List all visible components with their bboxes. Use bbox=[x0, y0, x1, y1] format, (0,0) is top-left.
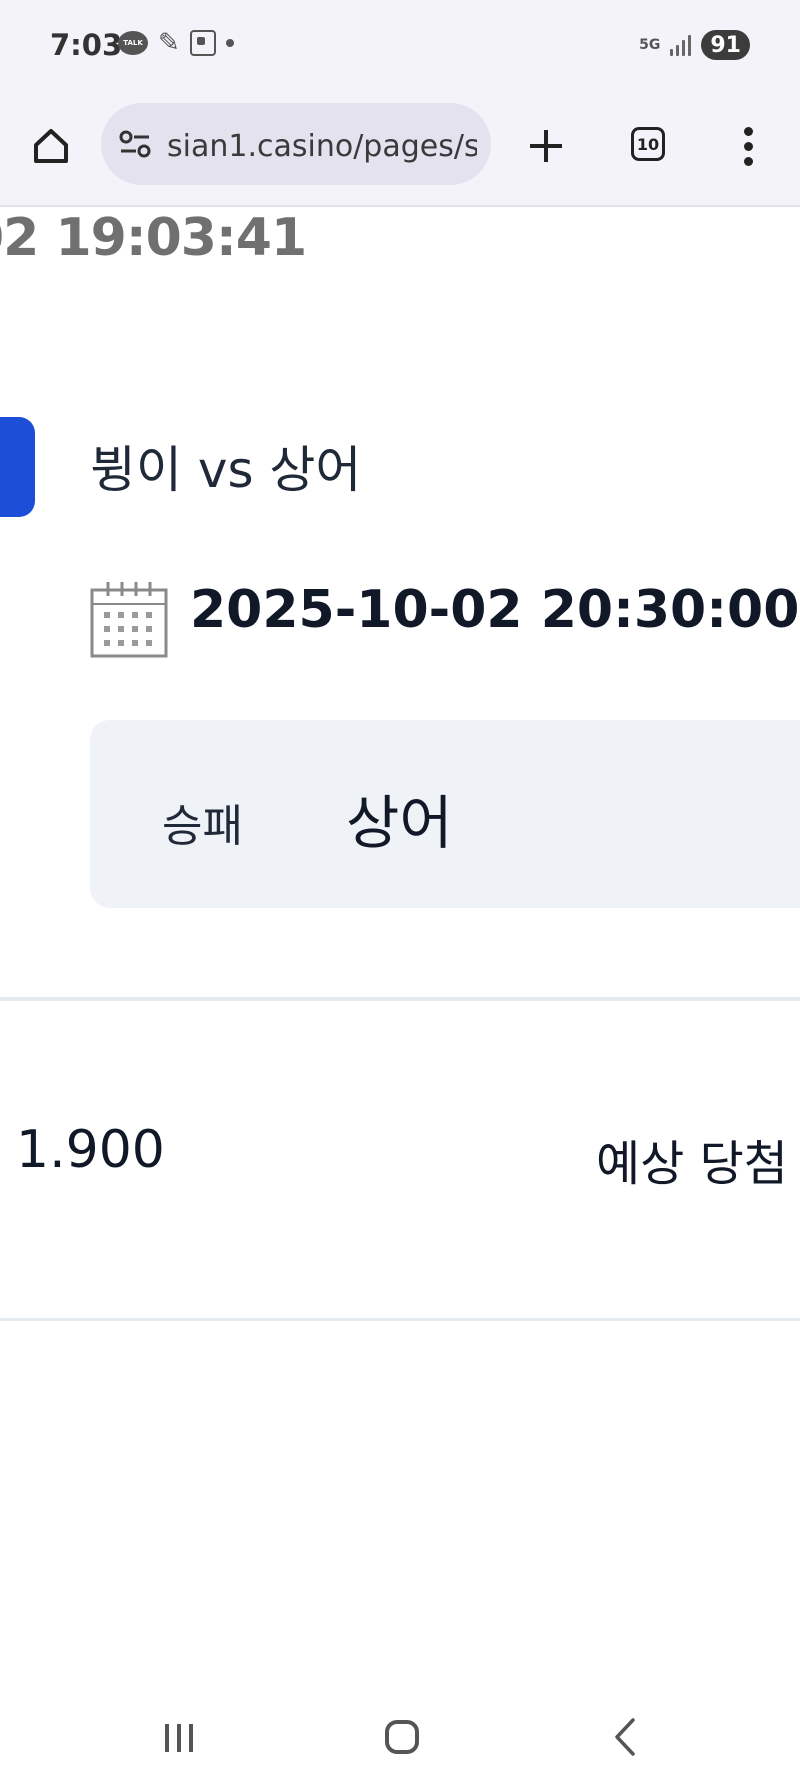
more-notifications-dot-icon bbox=[225, 39, 234, 47]
status-time: 7:03 bbox=[50, 28, 123, 62]
divider bbox=[0, 997, 800, 1001]
feather-icon: ✎ bbox=[158, 28, 180, 58]
bet-pick-value: 상어 bbox=[346, 789, 453, 857]
network-5g-icon: 5G bbox=[639, 37, 661, 53]
current-datetime: 02 19:03:41 bbox=[0, 208, 307, 268]
browser-toolbar: sian1.casino/pages/s 10 bbox=[0, 95, 800, 207]
match-title: 뷩이 vs 상어 bbox=[90, 441, 362, 499]
home-icon[interactable] bbox=[28, 123, 74, 169]
back-icon[interactable] bbox=[613, 1716, 637, 1758]
divider bbox=[0, 1318, 800, 1321]
more-menu-icon[interactable] bbox=[733, 123, 765, 169]
screenshot-icon bbox=[189, 30, 216, 56]
bet-type-label: 승패 bbox=[162, 801, 243, 852]
site-settings-icon[interactable] bbox=[117, 129, 153, 159]
system-navigation-bar bbox=[0, 1700, 800, 1784]
home-nav-icon[interactable] bbox=[385, 1720, 419, 1754]
bet-pick-card: 승패 상어 bbox=[90, 720, 800, 908]
notification-icons: TALK ✎ bbox=[118, 30, 234, 56]
kakaotalk-icon: TALK bbox=[118, 31, 148, 55]
address-bar[interactable]: sian1.casino/pages/s bbox=[101, 103, 491, 185]
new-tab-icon[interactable] bbox=[523, 123, 569, 169]
signal-strength-icon bbox=[670, 34, 692, 56]
match-date: 2025-10-02 20:30:00 bbox=[190, 580, 800, 640]
odds-value: 1.900 bbox=[16, 1120, 165, 1180]
tab-switcher-button[interactable]: 10 bbox=[631, 127, 665, 161]
url-text[interactable]: sian1.casino/pages/s bbox=[167, 129, 477, 164]
match-indicator bbox=[0, 417, 35, 517]
status-bar: 7:03 TALK ✎ 5G 91 bbox=[0, 0, 800, 95]
system-icons: 5G 91 bbox=[639, 30, 750, 60]
calendar-icon bbox=[90, 582, 168, 658]
expected-win-label: 예상 당첨 bbox=[596, 1136, 788, 1192]
recent-apps-icon[interactable] bbox=[163, 1720, 195, 1756]
battery-indicator: 91 bbox=[701, 30, 750, 60]
